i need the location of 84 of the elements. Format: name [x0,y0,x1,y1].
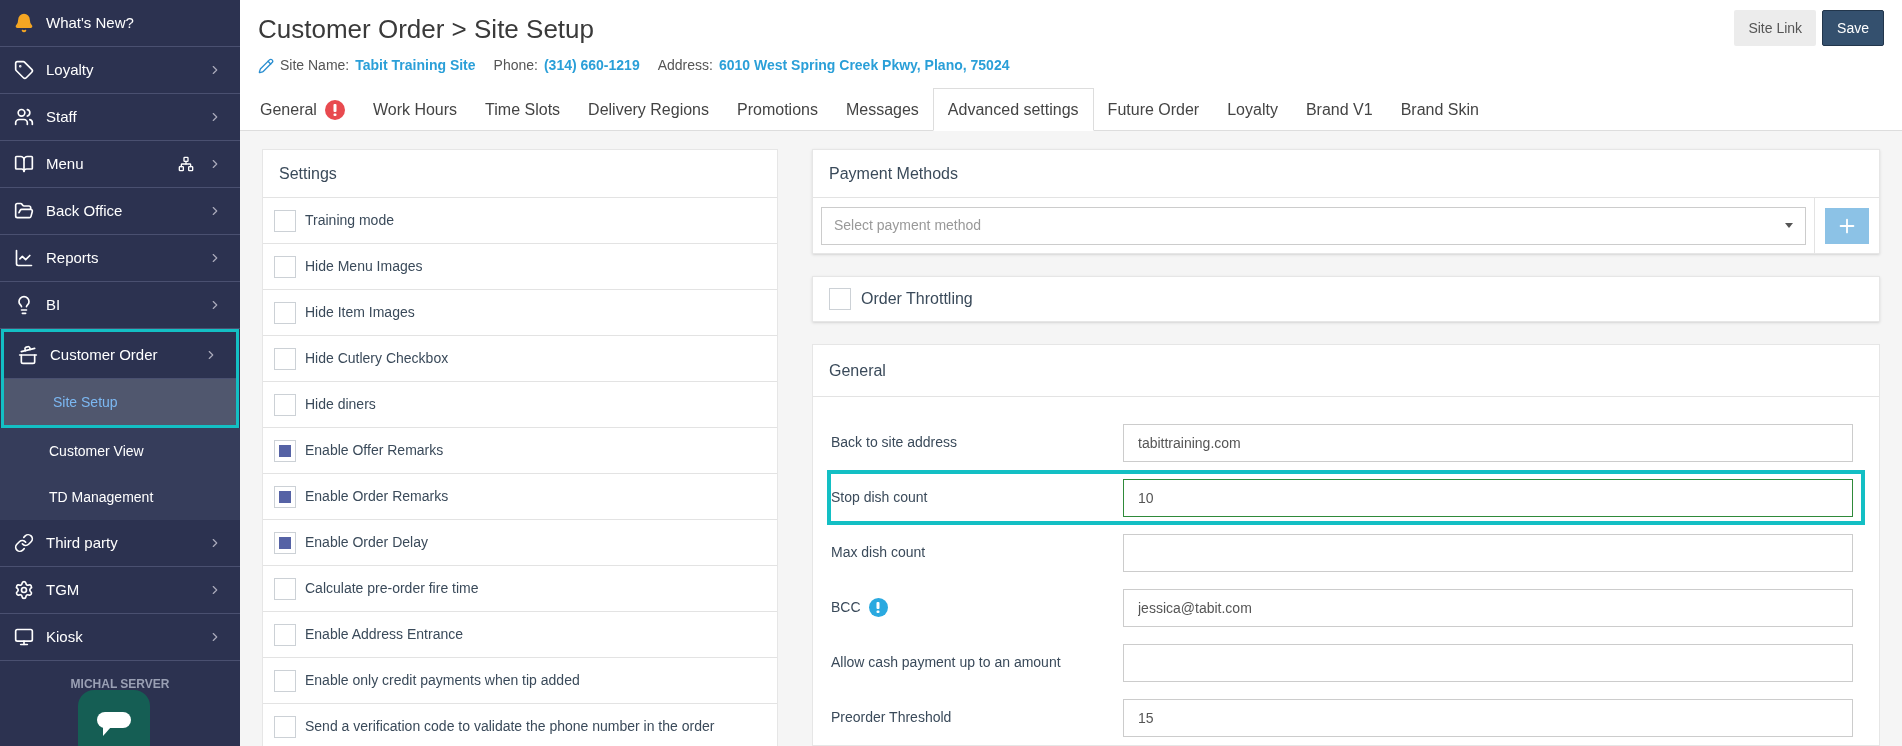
tab[interactable]: Future Order [1093,88,1214,131]
checkbox[interactable] [274,623,296,646]
setting-label: Enable Order Delay [305,533,428,552]
setting-label: Enable only credit payments when tip added [305,671,580,690]
input-field[interactable]: 10 [1123,478,1853,517]
setting-label: Training mode [305,211,394,230]
tab[interactable]: Brand V1 [1291,88,1387,131]
input-field[interactable] [1123,643,1853,682]
field-label: Max dish count [831,543,926,562]
add-button[interactable] [1825,207,1869,244]
bell-icon [14,13,34,33]
save-button[interactable]: Save [1822,10,1884,46]
tab[interactable]: General [246,88,359,131]
checkbox[interactable] [274,439,296,462]
input-field[interactable]: tabittraining.com [1123,423,1853,462]
info-label: Site Name: [280,56,350,75]
card-title: General [813,345,1879,397]
field-label: BCC [831,598,861,617]
sidebar-subitem[interactable]: Customer View [0,428,240,474]
checkbox[interactable] [274,669,296,692]
field-label: Back to site address [831,433,958,452]
tab[interactable]: Promotions [723,88,832,131]
tab[interactable]: Advanced settings [932,88,1094,131]
checkbox[interactable] [274,577,296,600]
info-label: Phone: [493,56,538,75]
checkbox[interactable] [274,393,296,416]
checkbox[interactable] [274,715,296,738]
chat-button[interactable] [78,690,150,746]
link-button[interactable]: Site Link [1734,10,1817,46]
setting-label: Send a verification code to validate the phone number in the order [305,717,715,736]
setting-label: Hide Cutlery Checkbox [305,349,449,368]
server-label: MICHAL SERVER [69,676,171,693]
card-title: Settings [263,150,777,198]
sidebar-subitem[interactable]: TD Management [0,474,240,520]
sidebar-item[interactable]: Staff [0,94,240,141]
throttling-label: Order Throttling [861,289,973,309]
info-value: (314) 660-1219 [543,56,640,75]
page-title: Customer Order > Site Setup [258,13,595,46]
checkbox[interactable] [274,347,296,370]
monitor-icon [14,627,34,647]
sidebar-item[interactable]: Loyalty [0,47,240,94]
setting-label: Enable Address Entrance [305,625,463,644]
input-field[interactable]: 15 [1123,698,1853,737]
sitemap-icon [178,156,194,172]
setting-label: Calculate pre-order fire time [305,579,479,598]
tag-icon [14,60,34,80]
users-icon [14,107,34,127]
info-value: Tabit Training Site [355,56,476,75]
card-title: Payment Methods [813,150,1879,198]
checkbox[interactable] [274,531,296,554]
tab[interactable]: Loyalty [1213,88,1292,131]
pot-icon [18,345,38,365]
input-field[interactable]: jessica@tabit.com [1123,588,1853,627]
setting-label: Enable Order Remarks [305,487,449,506]
tab[interactable]: Time Slots [471,88,575,131]
checkbox[interactable] [274,485,296,508]
tab[interactable]: Work Hours [358,88,472,131]
checkbox[interactable] [829,288,851,310]
tab[interactable]: Brand Skin [1386,88,1493,131]
sidebar-item[interactable]: Menu [0,141,240,188]
setting-label: Hide diners [305,395,376,414]
field-label: Stop dish count [831,488,928,507]
checkbox[interactable] [274,209,296,232]
tab[interactable]: Messages [831,88,933,131]
setting-label: Enable Offer Remarks [305,441,444,460]
folder-icon [14,201,34,221]
checkbox[interactable] [274,255,296,278]
chart-icon [14,248,34,268]
tab[interactable]: Delivery Regions [574,88,723,131]
link-icon [14,533,34,553]
sidebar-item[interactable]: What's New? [0,0,240,47]
setting-label: Hide Menu Images [305,257,423,276]
chat-bubble-icon [95,712,133,736]
settings-icon [14,580,34,600]
info-label: Address: [657,56,713,75]
field-label: Allow cash payment up to an amount [831,653,1061,672]
book-icon [14,154,34,174]
info-value: 6010 West Spring Creek Pkwy, Plano, 75024 [718,56,1010,75]
edit-icon[interactable] [258,57,274,74]
setting-label: Hide Item Images [305,303,415,322]
input-field[interactable] [1123,533,1853,572]
checkbox[interactable] [274,301,296,324]
caret-icon [1785,223,1793,228]
field-label: Preorder Threshold [831,708,952,727]
